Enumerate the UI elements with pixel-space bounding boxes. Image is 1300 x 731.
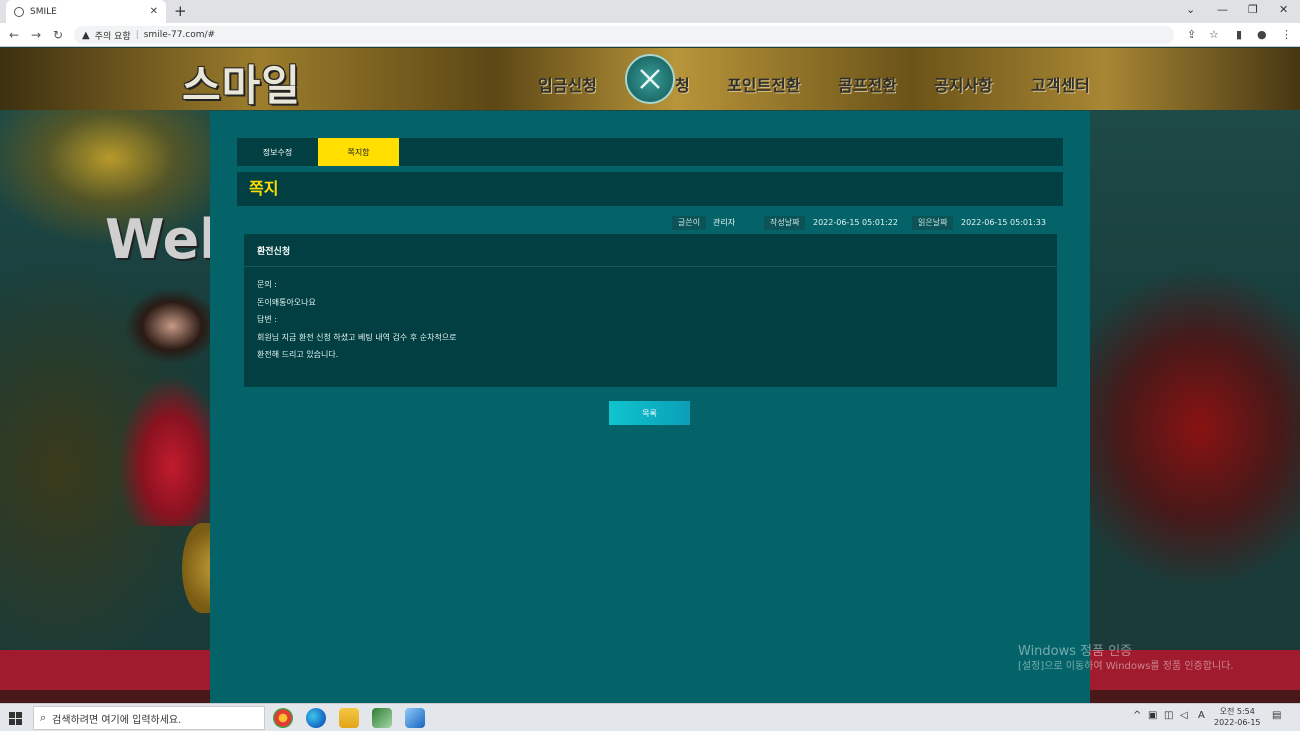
tab-title: SMILE <box>30 6 57 17</box>
search-icon: ⌕ <box>40 711 47 724</box>
message-divider <box>244 266 1057 267</box>
message-title: 환전신청 <box>257 247 291 257</box>
read-date-value: 2022-06-15 05:01:33 <box>961 218 1046 227</box>
taskbar-clock[interactable]: 오전 5:54 2022-06-15 <box>1214 706 1261 728</box>
author-value: 관리자 <box>713 218 736 227</box>
site-background: 스마일 입금신청 청 포인트전환 콤프전환 공지사항 고객센터 Welc 정보수… <box>0 48 1300 703</box>
file-explorer-icon[interactable] <box>339 708 359 728</box>
author-label: 글쓴이 <box>672 216 707 230</box>
globe-icon <box>14 6 24 17</box>
menu-comp-convert[interactable]: 콤프전환 <box>838 72 897 96</box>
activation-watermark-text: [설정]으로 이동하여 Windows를 정품 인증합니다. <box>1018 661 1234 672</box>
message-line: 문의 : <box>257 280 277 289</box>
message-line: 회원님 지금 환전 신청 하셨고 베팅 내역 검수 후 순차적으로 <box>257 333 457 342</box>
menu-notice[interactable]: 공지사항 <box>934 72 993 96</box>
windows-start-icon[interactable] <box>9 712 22 725</box>
message-line: 환전해 드리고 있습니다. <box>257 350 339 359</box>
browser-tab-bar: SMILE ✕ + ⌄ — ❐ ✕ <box>0 0 1300 23</box>
site-header: 스마일 입금신청 청 포인트전환 콤프전환 공지사항 고객센터 <box>0 48 1300 110</box>
profile-icon[interactable]: ● <box>1257 28 1267 41</box>
panel-tabs: 정보수정 쪽지함 <box>237 138 1063 166</box>
banner-model-image <box>112 266 212 526</box>
page-title: 쪽지 <box>237 172 1063 206</box>
site-logo[interactable]: 스마일 <box>182 52 301 113</box>
app-icon[interactable] <box>372 708 392 728</box>
taskbar-search-input[interactable]: ⌕ 검색하려면 여기에 입력하세요. <box>33 706 265 730</box>
minimize-icon[interactable]: — <box>1217 3 1228 16</box>
notification-icon[interactable]: ▤ <box>1272 710 1281 721</box>
new-tab-button[interactable]: + <box>174 2 187 20</box>
message-line: 돈이왜통아오나요 <box>257 298 316 307</box>
url-bar[interactable]: ▲ 주의 요함 | smile-77.com/# <box>74 26 1174 44</box>
tray-expand-icon[interactable]: ^ <box>1133 710 1141 721</box>
ime-indicator[interactable]: A <box>1198 710 1205 721</box>
tab-edit-info[interactable]: 정보수정 <box>237 138 318 166</box>
close-overlay-button[interactable] <box>625 54 675 104</box>
menu-point-convert[interactable]: 포인트전환 <box>727 72 801 96</box>
restore-icon[interactable]: ❐ <box>1248 3 1258 16</box>
security-label[interactable]: 주의 요함 <box>95 29 131 42</box>
reload-icon[interactable]: ↻ <box>53 28 63 42</box>
share-icon[interactable]: ⇪ <box>1187 28 1196 41</box>
bookmark-star-icon[interactable]: ☆ <box>1209 28 1219 41</box>
windows-taskbar: ⌕ 검색하려면 여기에 입력하세요. ^ ▣ ◫ ◁ A 오전 5:54 202… <box>0 703 1300 731</box>
volume-icon[interactable]: ◁ <box>1180 710 1188 721</box>
address-bar-row: ← → ↻ ▲ 주의 요함 | smile-77.com/# ⇪ ☆ ▮ ● ⋮ <box>0 23 1300 47</box>
tab-search-icon[interactable]: ⌄ <box>1186 3 1195 16</box>
close-icon <box>640 69 660 89</box>
tray-app-icon[interactable]: ▣ <box>1148 710 1157 721</box>
close-tab-icon[interactable]: ✕ <box>150 6 158 17</box>
forward-icon[interactable]: → <box>31 28 41 42</box>
chrome-icon[interactable] <box>273 708 293 728</box>
clock-date: 2022-06-15 <box>1214 718 1261 727</box>
menu-deposit[interactable]: 입금신청 <box>538 72 597 96</box>
written-date-value: 2022-06-15 05:01:22 <box>813 218 898 227</box>
menu-customer-center[interactable]: 고객센터 <box>1031 72 1090 96</box>
warning-icon[interactable]: ▲ <box>82 30 90 41</box>
kebab-menu-icon[interactable]: ⋮ <box>1281 28 1292 41</box>
message-box: 환전신청 문의 : 돈이왜통아오나요 답변 : 회원님 지금 환전 신청 하셨고… <box>244 234 1057 387</box>
taskbar-search-placeholder: 검색하려면 여기에 입력하세요. <box>52 714 182 726</box>
app-icon-2[interactable] <box>405 708 425 728</box>
back-icon[interactable]: ← <box>9 28 19 42</box>
browser-tab[interactable]: SMILE ✕ <box>6 0 166 23</box>
message-line: 답변 : <box>257 315 277 324</box>
close-window-icon[interactable]: ✕ <box>1279 3 1288 16</box>
read-date-label: 읽은날짜 <box>912 216 954 230</box>
clock-time: 오전 5:54 <box>1219 707 1255 716</box>
network-icon[interactable]: ◫ <box>1164 710 1173 721</box>
url-separator: | <box>135 30 139 40</box>
url-text[interactable]: smile-77.com/# <box>144 30 215 40</box>
side-panel-icon[interactable]: ▮ <box>1236 28 1242 41</box>
message-panel: 정보수정 쪽지함 쪽지 글쓴이 관리자 작성날짜 2022-06-15 05:0… <box>210 111 1090 703</box>
edge-icon[interactable] <box>306 708 326 728</box>
tab-inbox[interactable]: 쪽지함 <box>318 138 399 166</box>
menu-withdraw-partial[interactable]: 청 <box>675 72 690 96</box>
list-button[interactable]: 목록 <box>609 401 690 425</box>
written-date-label: 작성날짜 <box>764 216 806 230</box>
